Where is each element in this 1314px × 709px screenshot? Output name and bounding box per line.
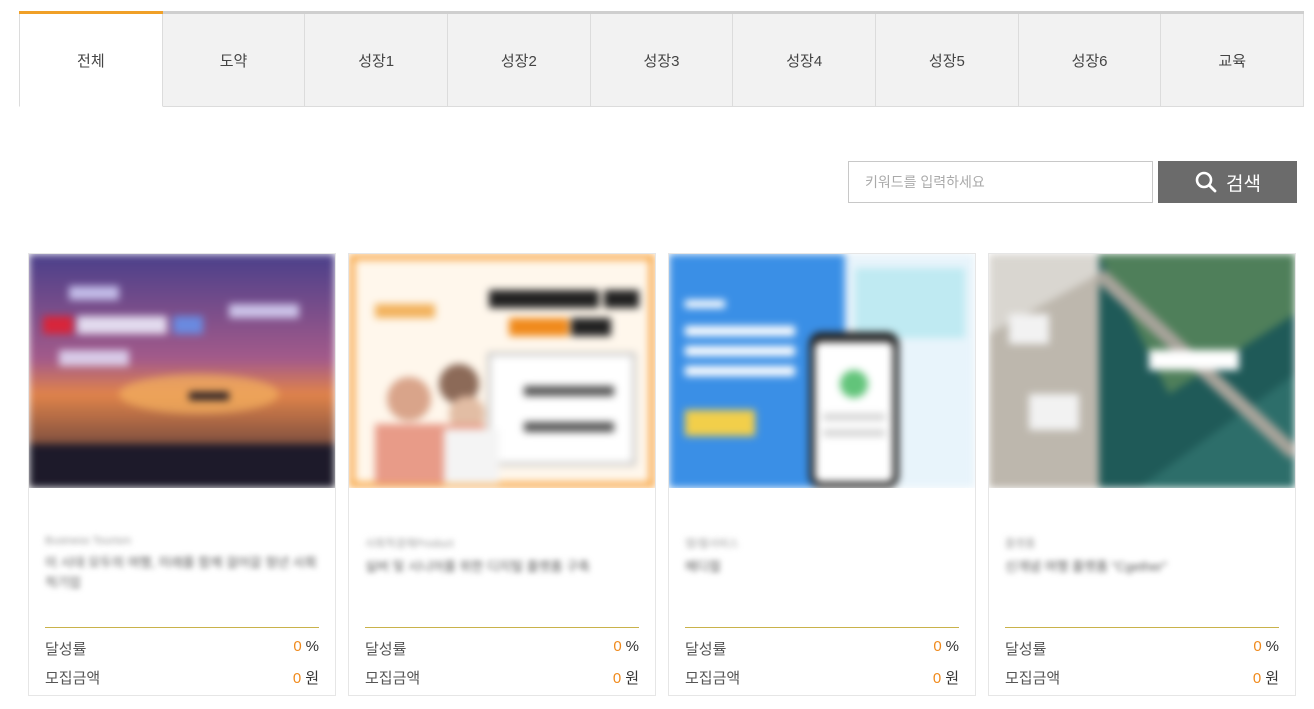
achievement-rate-label: 달성률 xyxy=(45,641,87,658)
project-category: 앱/웹서비스 xyxy=(685,538,739,550)
project-thumbnail[interactable] xyxy=(989,254,1295,488)
achievement-rate-label: 달성률 xyxy=(685,641,727,658)
funding-amount-label: 모집금액 xyxy=(685,670,741,687)
project-card[interactable]: 사회적경제Product 실버 및 시니어를 위한 디지털 플랫폼 구축 달성률… xyxy=(348,253,656,696)
funding-amount-label: 모집금액 xyxy=(365,670,421,687)
divider xyxy=(365,627,639,628)
achievement-rate-label: 달성률 xyxy=(365,641,407,658)
achievement-rate-row: 달성률 0% xyxy=(685,638,959,658)
project-info: 사회적경제Product 실버 및 시니어를 위한 디지털 플랫폼 구축 xyxy=(365,535,639,577)
funding-amount-unit: 원 xyxy=(1265,670,1279,687)
achievement-rate-value: 0 xyxy=(613,638,622,655)
category-tabs: 전체 도약 성장1 성장2 성장3 성장4 성장5 성장6 교육 xyxy=(19,11,1305,107)
project-info: Business Tourism 이 시대 모두의 여행, 미래를 함께 걸어갈… xyxy=(45,535,319,593)
project-info: 앱/웹서비스 메디컬 xyxy=(685,535,959,577)
tab-growth-3[interactable]: 성장3 xyxy=(590,14,734,107)
project-category: 플랫폼 xyxy=(1005,538,1036,550)
funding-amount-row: 모집금액 0원 xyxy=(685,667,959,687)
achievement-rate-row: 달성률 0% xyxy=(1005,638,1279,658)
tab-growth-1[interactable]: 성장1 xyxy=(305,14,449,107)
project-title: 메디컬 xyxy=(685,559,721,574)
funding-amount-label: 모집금액 xyxy=(45,670,101,687)
project-thumbnail[interactable] xyxy=(669,254,975,488)
search-input[interactable] xyxy=(848,161,1153,203)
funding-amount-value: 0 xyxy=(612,670,622,687)
achievement-rate-row: 달성률 0% xyxy=(45,638,319,658)
funding-amount-unit: 원 xyxy=(305,670,319,687)
tab-education[interactable]: 교육 xyxy=(1161,14,1305,107)
project-thumbnail[interactable] xyxy=(29,254,335,488)
funding-amount-value: 0 xyxy=(292,670,302,687)
search-button-label: 검색 xyxy=(1226,173,1261,195)
funding-amount-value: 0 xyxy=(932,670,942,687)
project-info: 플랫폼 신개념 여행 플랫폼 "Cgether" xyxy=(1005,535,1279,577)
project-card[interactable]: 앱/웹서비스 메디컬 달성률 0% 모집금액 0원 xyxy=(668,253,976,696)
project-card[interactable]: 플랫폼 신개념 여행 플랫폼 "Cgether" 달성률 0% 모집금액 0원 xyxy=(988,253,1296,696)
achievement-rate-unit: % xyxy=(945,638,959,655)
funding-amount-unit: 원 xyxy=(625,670,639,687)
project-category: 사회적경제Product xyxy=(365,538,454,550)
funding-amount-row: 모집금액 0원 xyxy=(45,667,319,687)
funding-amount-value: 0 xyxy=(1252,670,1262,687)
tab-growth-2[interactable]: 성장2 xyxy=(448,14,591,107)
search-icon xyxy=(1195,171,1217,193)
project-title: 신개념 여행 플랫폼 "Cgether" xyxy=(1005,559,1167,574)
project-thumbnail[interactable] xyxy=(349,254,655,488)
funding-amount-row: 모집금액 0원 xyxy=(365,667,639,687)
achievement-rate-unit: % xyxy=(625,638,639,655)
funding-amount-label: 모집금액 xyxy=(1005,670,1061,687)
project-title: 실버 및 시니어를 위한 디지털 플랫폼 구축 xyxy=(365,559,590,574)
project-card[interactable]: Business Tourism 이 시대 모두의 여행, 미래를 함께 걸어갈… xyxy=(28,253,336,696)
achievement-rate-unit: % xyxy=(305,638,319,655)
achievement-rate-unit: % xyxy=(1265,638,1279,655)
achievement-rate-row: 달성률 0% xyxy=(365,638,639,658)
divider xyxy=(1005,627,1279,628)
achievement-rate-label: 달성률 xyxy=(1005,641,1047,658)
project-title: 이 시대 모두의 여행, 미래를 함께 걸어갈 청년 사회적기업 xyxy=(45,555,317,590)
achievement-rate-value: 0 xyxy=(933,638,942,655)
divider xyxy=(45,627,319,628)
funding-amount-row: 모집금액 0원 xyxy=(1005,667,1279,687)
tab-growth-6[interactable]: 성장6 xyxy=(1018,14,1162,107)
tab-growth-5[interactable]: 성장5 xyxy=(876,14,1019,107)
tab-all[interactable]: 전체 xyxy=(19,11,163,107)
tab-growth-4[interactable]: 성장4 xyxy=(733,14,877,107)
achievement-rate-value: 0 xyxy=(293,638,302,655)
search-button[interactable]: 검색 xyxy=(1158,161,1297,203)
project-category: Business Tourism xyxy=(45,535,131,547)
tab-leap[interactable]: 도약 xyxy=(162,14,306,107)
achievement-rate-value: 0 xyxy=(1253,638,1262,655)
funding-amount-unit: 원 xyxy=(945,670,959,687)
divider xyxy=(685,627,959,628)
